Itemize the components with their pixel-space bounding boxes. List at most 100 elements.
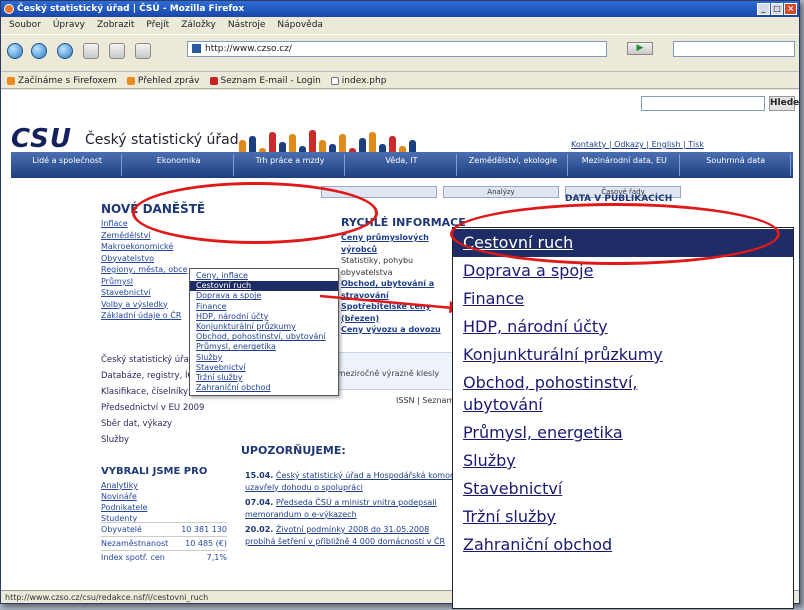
news-item[interactable]: 07.04. Předseda ČSÚ a ministr vnitra pod… <box>245 497 459 520</box>
quick-info-heading: RYCHLÉ INFORMACE <box>341 216 466 229</box>
stop-icon[interactable] <box>83 43 99 59</box>
csu-logo[interactable]: CSU <box>11 124 72 154</box>
back-icon[interactable] <box>7 43 23 59</box>
left-menu-item[interactable]: Sběr dat, výkazy <box>101 416 221 432</box>
menu-item-industry[interactable]: Průmysl, energetika <box>190 342 338 352</box>
zoom-item-trade[interactable]: Obchod, pohostinství, ubytování <box>453 369 793 419</box>
quick-info-list: Ceny průmyslových výrobců Statistiky, po… <box>341 232 461 336</box>
bookmark-icon[interactable] <box>135 43 151 59</box>
left-link[interactable]: Zemědělství <box>101 230 219 242</box>
bookmark-item[interactable]: index.php <box>330 73 386 88</box>
navigation-toolbar: http://www.czso.cz/ ▶ <box>1 34 799 72</box>
minimize-button[interactable]: _ <box>757 3 770 15</box>
reload-icon[interactable] <box>57 43 73 59</box>
menu-item-transport[interactable]: Doprava a spoje <box>190 291 338 301</box>
tab-news[interactable] <box>321 186 437 198</box>
window-title: Český statistický úřad | ČSÚ - Mozilla F… <box>17 4 245 14</box>
zoom-item-gdp[interactable]: HDP, národní účty <box>453 313 793 341</box>
zoom-item-services[interactable]: Služby <box>453 447 793 475</box>
forward-icon[interactable] <box>31 43 47 59</box>
data-publications-heading: DATA V PUBLIKACÍCH <box>565 194 673 204</box>
chosen-heading: VYBRALI JSME PRO <box>101 466 208 477</box>
menu-item-trade[interactable]: Obchod, pohostinství, ubytování <box>190 332 338 342</box>
search-engine-input[interactable] <box>673 41 795 57</box>
zoom-item-market-services[interactable]: Tržní služby <box>453 503 793 531</box>
maximize-button[interactable]: □ <box>770 3 784 15</box>
zoom-item-transport[interactable]: Doprava a spoje <box>453 257 793 285</box>
chosen-link[interactable]: Novináře <box>101 491 147 502</box>
site-search-button[interactable]: Hledej <box>769 96 799 111</box>
left-menu-item[interactable]: Předsednictví v EU 2009 <box>101 400 221 416</box>
nav-agriculture[interactable]: Zemědělství, ekologie <box>459 154 569 176</box>
favicon-icon <box>192 44 201 53</box>
zoom-item-finance[interactable]: Finance <box>453 285 793 313</box>
menu-item-gdp[interactable]: HDP, národní účty <box>190 312 338 322</box>
left-link[interactable]: Inflace <box>101 218 219 230</box>
nav-people[interactable]: Lidé a společnost <box>13 154 123 176</box>
home-icon[interactable] <box>109 43 125 59</box>
menu-item-services[interactable]: Služby <box>190 353 338 363</box>
top-links[interactable]: Kontakty | Odkazy | English | Tisk <box>571 140 704 149</box>
quick-info-item[interactable]: Spotřebitelské ceny (březen) <box>341 301 461 324</box>
quick-info-item[interactable]: Obchod, ubytování a stravování <box>341 278 461 301</box>
url-text: http://www.czso.cz/ <box>205 44 292 54</box>
menu-item-business-surveys[interactable]: Konjunkturální průzkumy <box>190 322 338 332</box>
site-name: Český statistický úřad <box>85 132 239 148</box>
left-link[interactable]: Makroekonomické <box>101 241 219 253</box>
bookmarks-toolbar: Začínáme s Firefoxem Přehled zpráv Sezna… <box>1 73 799 89</box>
close-button[interactable]: × <box>784 3 798 15</box>
stat-row[interactable]: Index spotř. cen 7,1% <box>101 550 227 564</box>
bookmark-item[interactable]: Začínáme s Firefoxem <box>7 73 117 88</box>
issn-links[interactable]: ISSN | Seznam <box>396 396 454 405</box>
chosen-link[interactable]: Analytiky <box>101 480 147 491</box>
tab-analyses[interactable]: Analýzy <box>443 186 559 198</box>
nav-economy[interactable]: Ekonomika <box>124 154 234 176</box>
stats-table: Obyvatelé 10 381 130 Nezaměstnanost 10 485… <box>101 522 227 564</box>
nav-summary[interactable]: Souhrnná data <box>682 154 791 176</box>
stat-row[interactable]: Obyvatelé 10 381 130 <box>101 522 227 536</box>
menu-edit[interactable]: Úpravy <box>53 17 85 33</box>
news-item[interactable]: 20.02. Životní podmínky 2008 do 31.05.20… <box>245 524 459 547</box>
menu-item-prices[interactable]: Ceny, inflace <box>190 271 338 281</box>
page-icon <box>330 76 339 85</box>
nav-science[interactable]: Věda, IT <box>347 154 457 176</box>
main-navigation: Lidé a společnost Ekonomika Trh práce a … <box>11 152 793 178</box>
zoom-item-tourism[interactable]: Cestovní ruch <box>453 229 793 257</box>
bookmark-item[interactable]: Přehled zpráv <box>126 73 200 88</box>
go-button[interactable]: ▶ <box>627 42 653 55</box>
nav-international[interactable]: Mezinárodní data, EU <box>570 154 680 176</box>
zoom-item-construction[interactable]: Stavebnictví <box>453 475 793 503</box>
zoom-item-foreign-trade[interactable]: Zahraniční obchod <box>453 531 793 559</box>
left-link[interactable]: Obyvatelstvo <box>101 253 219 265</box>
chosen-links: Analytiky Novináře Podnikatele Studenty <box>101 480 147 524</box>
menu-item-tourism[interactable]: Cestovní ruch <box>190 281 338 292</box>
firefox-bookmark-icon <box>7 76 15 85</box>
left-menu-item[interactable]: Služby <box>101 432 221 448</box>
menu-tools[interactable]: Nástroje <box>228 17 266 33</box>
quick-info-item[interactable]: Ceny vývozu a dovozu <box>341 324 461 336</box>
menu-bookmarks[interactable]: Záložky <box>181 17 216 33</box>
news-item[interactable]: 15.04. Český statistický úřad a Hospodář… <box>245 470 459 493</box>
quick-info-item[interactable]: Ceny průmyslových výrobců <box>341 232 461 255</box>
menu-item-finance[interactable]: Finance <box>190 302 338 312</box>
seznam-icon <box>209 76 218 85</box>
quick-info-item[interactable]: Statistiky, pohybu obyvatelstva <box>341 255 461 278</box>
menu-item-foreign-trade[interactable]: Zahraniční obchod <box>190 383 338 393</box>
zoom-item-industry[interactable]: Průmysl, energetika <box>453 419 793 447</box>
menu-view[interactable]: Zobrazit <box>97 17 134 33</box>
menu-file[interactable]: Soubor <box>9 17 41 33</box>
url-field[interactable]: http://www.czso.cz/ <box>187 41 607 57</box>
bookmark-item[interactable]: Seznam E-mail - Login <box>209 73 321 88</box>
stat-row[interactable]: Nezaměstnanost 10 485 (€) <box>101 536 227 550</box>
rss-icon <box>126 76 135 85</box>
firefox-icon <box>4 4 14 14</box>
menu-go[interactable]: Přejít <box>146 17 169 33</box>
site-search-input[interactable] <box>641 96 765 111</box>
menu-item-construction[interactable]: Stavebnictví <box>190 363 338 373</box>
zoom-item-business-surveys[interactable]: Konjunkturální průzkumy <box>453 341 793 369</box>
chosen-link[interactable]: Podnikatele <box>101 502 147 513</box>
zoomed-dropdown-menu: Cestovní ruch Doprava a spoje Finance HD… <box>452 227 794 609</box>
menu-item-market-services[interactable]: Tržní služby <box>190 373 338 383</box>
menu-help[interactable]: Nápověda <box>277 17 323 33</box>
nav-labour[interactable]: Trh práce a mzdy <box>236 154 346 176</box>
